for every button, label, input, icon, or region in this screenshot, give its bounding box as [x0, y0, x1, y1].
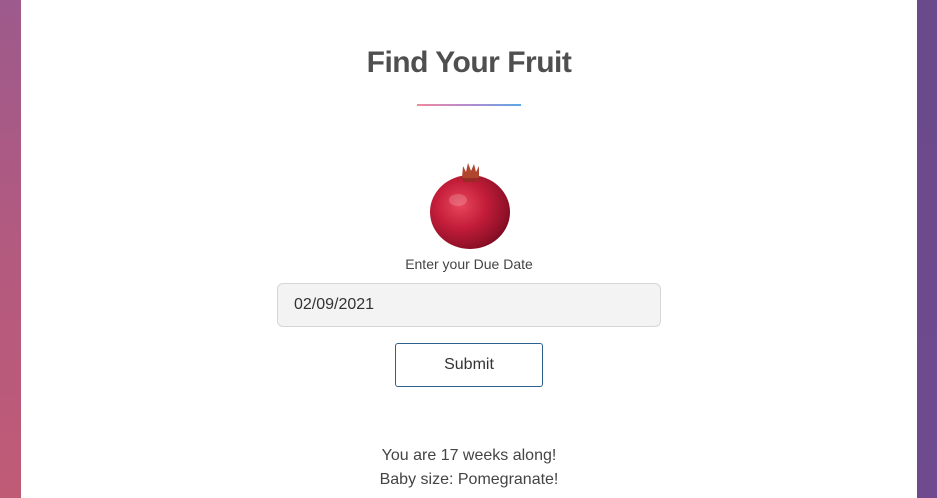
background-left	[0, 0, 21, 498]
result-text: You are 17 weeks along! Baby size: Pomeg…	[21, 444, 917, 492]
background-right	[917, 0, 937, 498]
fruit-card: Find Your Fruit Enter your Due Date Subm…	[21, 0, 917, 498]
page-title: Find Your Fruit	[366, 46, 572, 79]
submit-button[interactable]: Submit	[395, 343, 543, 387]
weeks-along-text: You are 17 weeks along!	[381, 447, 557, 464]
title-divider	[417, 104, 521, 106]
baby-size-text: Baby size: Pomegranate!	[379, 471, 559, 488]
pomegranate-image	[430, 163, 510, 249]
due-date-label: Enter your Due Date	[405, 256, 533, 272]
due-date-input[interactable]	[277, 283, 661, 327]
